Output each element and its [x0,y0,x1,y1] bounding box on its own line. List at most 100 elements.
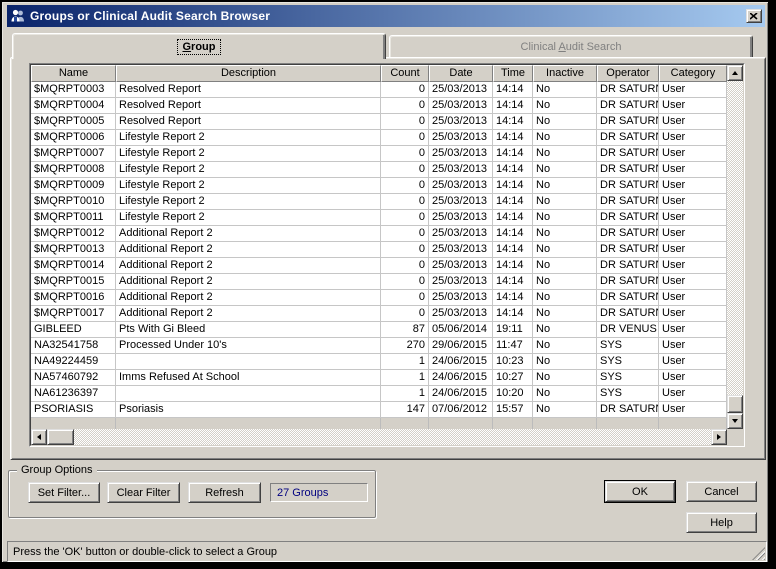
cell-category: User [659,98,727,114]
table-row[interactable]: $MQRPT0006Lifestyle Report 2025/03/20131… [31,130,727,146]
set-filter-button[interactable]: Set Filter... [28,482,100,503]
cancel-button[interactable]: Cancel [686,481,757,502]
scroll-up-button[interactable] [727,65,743,81]
column-header-count[interactable]: Count [381,65,429,82]
table-row[interactable]: $MQRPT0009Lifestyle Report 2025/03/20131… [31,178,727,194]
horizontal-scroll-thumb[interactable] [47,429,74,445]
triangle-left-icon [34,434,41,440]
dialog-window: Groups or Clinical Audit Search Browser … [0,0,770,564]
cell-description: Pts With Gi Bleed [116,322,381,338]
cell-count: 0 [381,98,429,114]
table-row[interactable]: NA49224459124/06/201510:23NoSYSUser [31,354,727,370]
cell-time: 14:14 [493,210,533,226]
table-row[interactable]: $MQRPT0004Resolved Report025/03/201314:1… [31,98,727,114]
cell-count: 0 [381,114,429,130]
cell-name: NA49224459 [31,354,116,370]
cell-category: User [659,354,727,370]
cell-time: 14:14 [493,226,533,242]
table-row[interactable]: $MQRPT0013Additional Report 2025/03/2013… [31,242,727,258]
cell-inactive: No [533,338,597,354]
scroll-left-button[interactable] [31,429,47,445]
table-row[interactable]: $MQRPT0011Lifestyle Report 2025/03/20131… [31,210,727,226]
group-options-legend: Group Options [17,464,97,476]
cell-inactive: No [533,402,597,418]
cell-operator: DR SATURN [597,258,659,274]
tab-clinical-audit-search[interactable]: Clinical Audit Search [389,35,753,57]
title-bar[interactable]: Groups or Clinical Audit Search Browser [7,5,765,27]
cell-description: Lifestyle Report 2 [116,210,381,226]
cell-operator: SYS [597,370,659,386]
filler-cell [493,418,533,429]
refresh-button[interactable]: Refresh [188,482,261,503]
column-header-name[interactable]: Name [31,65,116,82]
table-row[interactable]: $MQRPT0010Lifestyle Report 2025/03/20131… [31,194,727,210]
filler-cell [31,418,116,429]
cell-inactive: No [533,226,597,242]
table-body: $MQRPT0003Resolved Report025/03/201314:1… [31,82,727,418]
table-row[interactable]: NA32541758Processed Under 10's27029/06/2… [31,338,727,354]
table-row[interactable]: $MQRPT0008Lifestyle Report 2025/03/20131… [31,162,727,178]
scroll-right-button[interactable] [711,429,727,445]
help-button[interactable]: Help [686,512,757,533]
column-header-inactive[interactable]: Inactive [533,65,597,82]
filler-cell [116,418,381,429]
column-header-description[interactable]: Description [116,65,381,82]
table-row[interactable]: $MQRPT0014Additional Report 2025/03/2013… [31,258,727,274]
column-header-date[interactable]: Date [429,65,493,82]
groups-list-view: NameDescriptionCountDateTimeInactiveOper… [29,63,745,447]
cell-description: Additional Report 2 [116,242,381,258]
cell-description: Imms Refused At School [116,370,381,386]
tab-label: Clinical Audit Search [521,41,622,53]
table-row[interactable]: PSORIASISPsoriasis14707/06/201215:57NoDR… [31,402,727,418]
column-header-time[interactable]: Time [493,65,533,82]
horizontal-scrollbar[interactable] [31,429,727,445]
ok-button[interactable]: OK [605,481,675,502]
cell-date: 25/03/2013 [429,210,493,226]
table-row[interactable]: GIBLEEDPts With Gi Bleed8705/06/201419:1… [31,322,727,338]
column-header-operator[interactable]: Operator [597,65,659,82]
cell-name: NA61236397 [31,386,116,402]
table-row[interactable]: $MQRPT0003Resolved Report025/03/201314:1… [31,82,727,98]
cell-time: 14:14 [493,274,533,290]
table-filler-row [31,418,727,429]
cell-name: $MQRPT0015 [31,274,116,290]
cell-operator: SYS [597,354,659,370]
table-row[interactable]: $MQRPT0015Additional Report 2025/03/2013… [31,274,727,290]
cell-inactive: No [533,258,597,274]
vertical-scrollbar[interactable] [727,65,743,429]
vertical-scroll-thumb[interactable] [727,395,743,413]
cell-count: 0 [381,226,429,242]
close-icon [750,13,758,20]
cell-description: Resolved Report [116,114,381,130]
table-row[interactable]: NA61236397124/06/201510:20NoSYSUser [31,386,727,402]
cell-description: Lifestyle Report 2 [116,162,381,178]
cell-category: User [659,242,727,258]
table-row[interactable]: $MQRPT0005Resolved Report025/03/201314:1… [31,114,727,130]
cell-time: 19:11 [493,322,533,338]
cell-name: $MQRPT0004 [31,98,116,114]
close-button[interactable] [746,9,762,23]
table-row[interactable]: $MQRPT0017Additional Report 2025/03/2013… [31,306,727,322]
cell-operator: DR SATURN [597,210,659,226]
scroll-down-button[interactable] [727,413,743,429]
table-row[interactable]: $MQRPT0012Additional Report 2025/03/2013… [31,226,727,242]
table-row[interactable]: $MQRPT0007Lifestyle Report 2025/03/20131… [31,146,727,162]
cell-count: 270 [381,338,429,354]
group-count-box: 27 Groups [270,483,368,502]
cell-name: PSORIASIS [31,402,116,418]
clear-filter-button[interactable]: Clear Filter [107,482,180,503]
cell-description: Additional Report 2 [116,290,381,306]
cell-operator: DR SATURN [597,130,659,146]
cell-operator: DR SATURN [597,242,659,258]
cell-operator: DR SATURN [597,306,659,322]
resize-grip-icon[interactable] [752,547,765,560]
cell-description: Additional Report 2 [116,306,381,322]
table-row[interactable]: NA57460792Imms Refused At School124/06/2… [31,370,727,386]
cell-name: $MQRPT0010 [31,194,116,210]
column-header-category[interactable]: Category [659,65,727,82]
window-title: Groups or Clinical Audit Search Browser [30,9,746,23]
cell-description: Resolved Report [116,98,381,114]
tab-group[interactable]: Group [12,33,386,59]
cell-date: 25/03/2013 [429,146,493,162]
table-row[interactable]: $MQRPT0016Additional Report 2025/03/2013… [31,290,727,306]
